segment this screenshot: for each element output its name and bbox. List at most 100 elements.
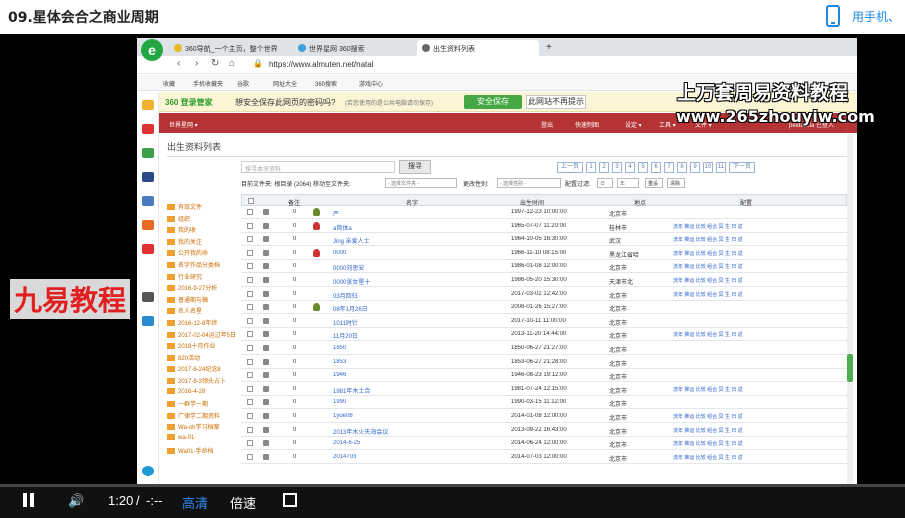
page-button[interactable]: 10 xyxy=(703,162,713,173)
fullscreen-icon[interactable] xyxy=(283,493,297,507)
row-checkbox[interactable] xyxy=(247,317,253,324)
search-button[interactable]: 搜寻 xyxy=(399,160,431,174)
settings-icon[interactable] xyxy=(142,466,154,476)
table-row[interactable]: 0 08年1月26日 2008-01-26 15:27:00 北京市 xyxy=(241,301,847,315)
sort-select-day[interactable]: 日 xyxy=(597,178,613,188)
row-checkbox[interactable] xyxy=(247,440,253,447)
folder-item[interactable]: 名字作品分类档 xyxy=(167,260,220,269)
gender-select[interactable]: - 选择性别 - xyxy=(497,178,561,188)
name-link[interactable]: 1990 xyxy=(333,399,346,405)
prev-page-button[interactable]: 上一页 xyxy=(557,162,583,173)
pause-icon[interactable] xyxy=(22,493,36,507)
page-button[interactable]: 4 xyxy=(625,162,635,173)
nav-settings[interactable]: 设定 ▾ xyxy=(625,120,642,129)
folder-item[interactable]: 行业研究 xyxy=(167,272,202,281)
page-button[interactable]: 2 xyxy=(599,162,609,173)
lock-icon[interactable] xyxy=(263,290,269,297)
weibo-icon[interactable] xyxy=(142,124,154,134)
name-link[interactable]: 1946 xyxy=(333,372,346,378)
row-checkbox[interactable] xyxy=(247,345,253,351)
name-link[interactable]: 03月回归 xyxy=(333,291,358,300)
lock-icon[interactable] xyxy=(263,222,269,229)
browser-tab[interactable]: 世界星网 360搜索 xyxy=(293,40,415,56)
table-row[interactable]: 0 0000张女星十 1986-05-20 15:30:00 天津市北 流年 推运 比较… xyxy=(241,274,847,287)
table-row[interactable]: 0 03月回归 2017-03-02 12:42:00 北京市 流年 推运 比较 组合 … xyxy=(241,288,847,301)
bookmark-item[interactable]: 网址大全 xyxy=(273,79,297,88)
lock-icon[interactable] xyxy=(263,453,269,460)
chart-options[interactable]: 流年 推运 比较 组合 冥 生 日 返 xyxy=(673,427,743,434)
quality-button[interactable]: 高清 xyxy=(182,493,208,512)
lock-icon[interactable] xyxy=(263,304,269,311)
table-row[interactable]: 0 0000刘思安 1986-01-08 12:00:00 北京市 流年 推运 比较 组… xyxy=(241,260,847,274)
lock-icon[interactable] xyxy=(263,209,269,215)
chart-options[interactable]: 流年 推运 比较 组合 冥 生 日 返 xyxy=(673,277,743,284)
chart-options[interactable]: 流年 推运 比较 组合 冥 生 日 返 xyxy=(673,250,743,257)
browser-tab[interactable]: 360导航_一个主页，整个世界 xyxy=(169,40,291,56)
table-row[interactable]: 0 a简体a 1965-07-07 11:20:00 桂林市 流年 推运 比较 组合 冥… xyxy=(241,220,847,233)
folder-item[interactable]: 我的关注 xyxy=(167,237,202,246)
folder-item[interactable]: 公开我的命 xyxy=(167,248,208,257)
chart-options[interactable]: 流年 推运 比较 组合 冥 生 日 返 xyxy=(673,386,743,393)
name-link[interactable]: Jing 亲爱人士 xyxy=(333,236,370,245)
video-icon[interactable] xyxy=(142,292,154,302)
sort-select-year[interactable]: 年 xyxy=(617,178,639,188)
lock-icon[interactable] xyxy=(263,317,269,324)
lock-icon[interactable] xyxy=(263,399,269,406)
lock-icon[interactable] xyxy=(263,249,269,256)
new-tab-button[interactable]: + xyxy=(541,38,559,54)
chart-options[interactable]: 流年 推运 比较 组合 冥 生 日 返 xyxy=(673,331,743,338)
table-row[interactable]: 0 1850 1850-06-27 21:27:00 北京市 xyxy=(241,342,847,355)
row-checkbox[interactable] xyxy=(247,209,253,215)
row-checkbox[interactable] xyxy=(247,304,253,311)
name-link[interactable]: 1850 xyxy=(333,345,346,351)
never-prompt-button[interactable]: 此网站不再提示 xyxy=(526,95,586,109)
page-button[interactable]: 8 xyxy=(677,162,687,173)
folder-item[interactable]: 2017-6-24纪念8 xyxy=(167,364,221,373)
row-checkbox[interactable] xyxy=(247,236,253,243)
page-button[interactable]: 11 xyxy=(716,162,726,173)
table-row[interactable]: 0 2014703 2014-07-03 12:00:00 北京市 流年 推运 比较 组… xyxy=(241,451,847,464)
chart-options[interactable]: 流年 推运 比较 组合 冥 生 日 返 xyxy=(673,236,743,243)
folder-item[interactable]: wa-01 xyxy=(167,434,194,441)
url-field[interactable]: https://www.almuten.net/natal xyxy=(269,60,374,69)
lock-icon[interactable] xyxy=(263,385,269,392)
home-icon[interactable]: ⌂ xyxy=(229,58,235,69)
app-icon[interactable] xyxy=(142,172,154,182)
lock-icon[interactable] xyxy=(263,277,269,283)
row-checkbox[interactable] xyxy=(247,385,253,392)
nav-quick-chart[interactable]: 快速制图 xyxy=(575,120,599,129)
folder-item[interactable]: 有效文件 xyxy=(167,202,202,211)
name-link[interactable]: 0000张女星十 xyxy=(333,277,370,286)
bookmark-item[interactable]: 谷歌 xyxy=(237,79,249,88)
folder-item[interactable]: Wa-oh学习档案 xyxy=(167,422,219,431)
name-link[interactable]: 1011时针 xyxy=(333,318,358,327)
chart-options[interactable]: 流年 推运 比较 组合 冥 生 日 返 xyxy=(673,223,743,230)
forward-icon[interactable]: › xyxy=(195,58,198,69)
table-row[interactable]: 0 1990 1990-03-15 11:12:00 北京市 xyxy=(241,396,847,410)
table-row[interactable]: 0 1981年木土合 1981-07-24 12:15:00 北京市 流年 推运 比较 … xyxy=(241,383,847,396)
name-link[interactable]: 11月20日 xyxy=(333,331,358,340)
table-row[interactable]: 0 1946 1946-08-23 19:12:00 北京市 xyxy=(241,369,847,383)
row-checkbox[interactable] xyxy=(247,249,253,256)
folder-item[interactable]: Wa01-手命档 xyxy=(167,446,213,455)
folder-item[interactable]: 2016-9-27分析 xyxy=(167,283,217,292)
search-input[interactable]: 搜寻本命资料 xyxy=(241,161,395,173)
back-icon[interactable]: ‹ xyxy=(177,58,180,69)
table-row[interactable]: 0 2013年木火天海会议 2013-09-22 16:43:00 北京市 流年 推运 … xyxy=(241,424,847,437)
chat-icon[interactable] xyxy=(142,148,154,158)
name-link[interactable]: 1981年木土合 xyxy=(333,386,370,395)
name-link[interactable]: 1yue08 xyxy=(333,413,353,419)
row-checkbox[interactable] xyxy=(247,399,253,406)
next-page-button[interactable]: 下一页 xyxy=(729,162,755,173)
name-link[interactable]: 2013年木火天海会议 xyxy=(333,427,388,436)
name-link[interactable]: 2014-6-25 xyxy=(333,440,360,446)
lock-icon[interactable] xyxy=(263,413,269,419)
move-folder-select[interactable]: - 选择文件夹 - xyxy=(385,178,457,188)
clear-button[interactable]: 清除 xyxy=(667,178,685,188)
row-checkbox[interactable] xyxy=(247,277,253,283)
name-link[interactable]: 严 xyxy=(333,209,339,218)
folder-item[interactable]: 820活动 xyxy=(167,353,200,362)
page-button[interactable]: 3 xyxy=(612,162,622,173)
page-button[interactable]: 5 xyxy=(638,162,648,173)
chart-options[interactable]: 流年 推运 比较 组合 冥 生 日 返 xyxy=(673,291,743,298)
